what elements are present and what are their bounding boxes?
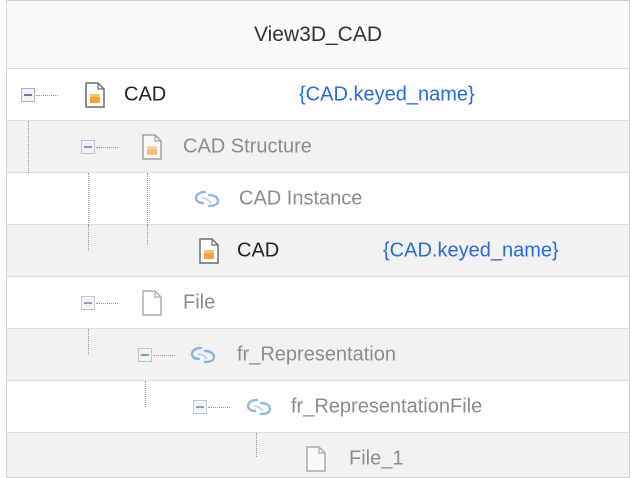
tree-node-label: File	[183, 291, 216, 313]
tree-connector	[153, 354, 175, 356]
tree-node-label: fr_Representation	[237, 343, 396, 365]
file-icon	[142, 289, 162, 316]
collapse-toggle-icon[interactable]	[193, 399, 207, 414]
tree-connector	[145, 381, 146, 407]
cad-item-icon	[85, 81, 105, 108]
tree-connector	[96, 302, 118, 304]
collapse-toggle-icon[interactable]	[21, 87, 35, 102]
relationship-icon	[189, 344, 217, 366]
tree-connector	[96, 146, 118, 148]
relationship-icon	[193, 188, 221, 210]
tree-node-label: CAD	[124, 83, 167, 105]
tree-connector	[88, 173, 89, 225]
tree-node-label: CAD Structure	[183, 135, 312, 157]
tree-connector	[28, 121, 29, 173]
tree-node-label: CAD	[237, 239, 280, 261]
collapse-toggle-icon[interactable]	[81, 139, 95, 154]
keyed-name-field: {CAD.keyed_name}	[299, 83, 475, 105]
tree-connector	[256, 433, 257, 457]
cad-item-icon	[142, 133, 162, 160]
tree-connector	[208, 406, 230, 408]
tree-connector	[88, 329, 89, 355]
tree-node-file[interactable]: File	[7, 277, 629, 329]
tree-node-cad-structure[interactable]: CAD Structure	[7, 121, 629, 173]
tree-node-label: CAD Instance	[239, 187, 363, 209]
tree-node-fr-representation-file[interactable]: fr_RepresentationFile	[7, 381, 629, 433]
cad-item-icon	[199, 237, 219, 264]
keyed-name-field: {CAD.keyed_name}	[383, 239, 559, 261]
tree-connector	[88, 225, 89, 251]
tree-title: View3D_CAD	[7, 1, 629, 69]
tree-node-cad-root[interactable]: CAD {CAD.keyed_name}	[7, 69, 629, 121]
tree-panel: View3D_CAD CAD {CAD.keyed_name} CAD Stru…	[6, 0, 630, 478]
tree-node-file-1[interactable]: File_1	[7, 433, 629, 477]
relationship-icon	[245, 396, 273, 418]
collapse-toggle-icon[interactable]	[81, 295, 95, 310]
collapse-toggle-icon[interactable]	[138, 347, 152, 362]
tree-connector	[36, 94, 58, 96]
tree-connector	[147, 225, 148, 245]
tree-node-label: fr_RepresentationFile	[291, 395, 483, 417]
tree-node-fr-representation[interactable]: fr_Representation	[7, 329, 629, 381]
tree-node-cad-nested[interactable]: CAD {CAD.keyed_name}	[7, 225, 629, 277]
tree-node-cad-instance[interactable]: CAD Instance	[7, 173, 629, 225]
file-icon	[306, 445, 326, 472]
tree-connector	[147, 173, 148, 225]
tree-node-label: File_1	[349, 447, 404, 469]
